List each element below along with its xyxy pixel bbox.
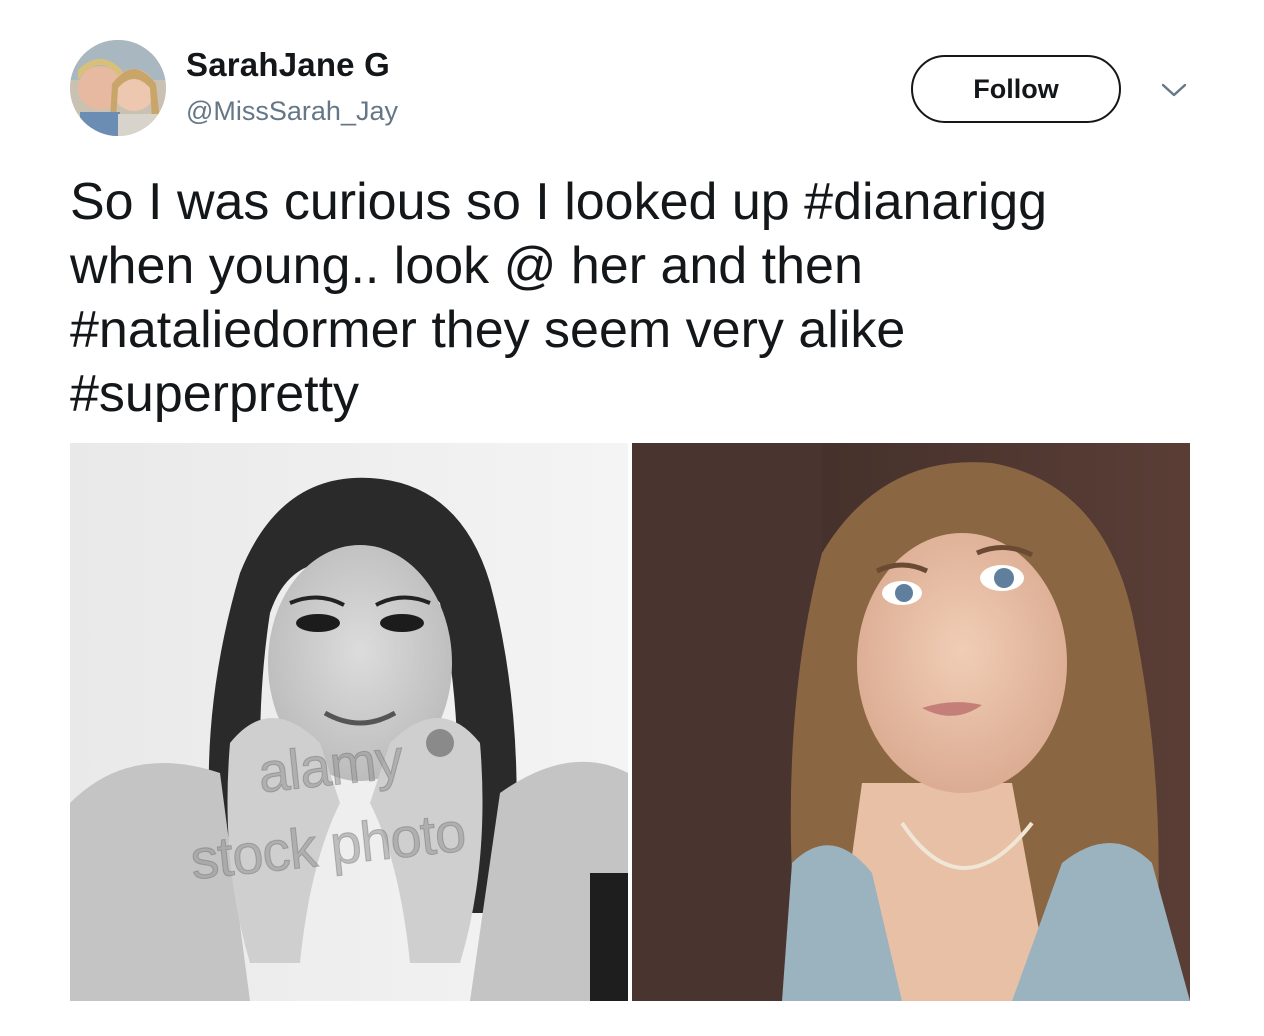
tweet-text: So I was curious so I looked up #dianari… — [70, 170, 1200, 426]
media-grid: alamy stock photo — [70, 443, 1190, 1001]
color-portrait-image — [632, 443, 1190, 1001]
chevron-down-icon[interactable] — [1160, 80, 1188, 100]
bw-portrait-image — [70, 443, 628, 1001]
hashtag-link[interactable]: #superpretty — [70, 365, 359, 423]
tweet-text-segment: when young.. look @ her and then — [70, 237, 863, 295]
display-name[interactable]: SarahJane G — [186, 46, 390, 84]
follow-button[interactable]: Follow — [911, 55, 1121, 123]
media-photo-right[interactable] — [632, 443, 1190, 1001]
tweet-text-segment: they seem very alike — [431, 301, 906, 359]
user-handle[interactable]: @MissSarah_Jay — [186, 96, 398, 127]
tweet-card: SarahJane G @MissSarah_Jay Follow So I w… — [0, 0, 1264, 1036]
hashtag-link[interactable]: #nataliedormer — [70, 301, 417, 359]
media-photo-left[interactable]: alamy stock photo — [70, 443, 628, 1001]
avatar-photo — [70, 40, 166, 136]
hashtag-link[interactable]: #dianarigg — [804, 173, 1047, 231]
tweet-text-segment: So I was curious so I looked up — [70, 173, 805, 231]
avatar[interactable] — [70, 40, 166, 136]
